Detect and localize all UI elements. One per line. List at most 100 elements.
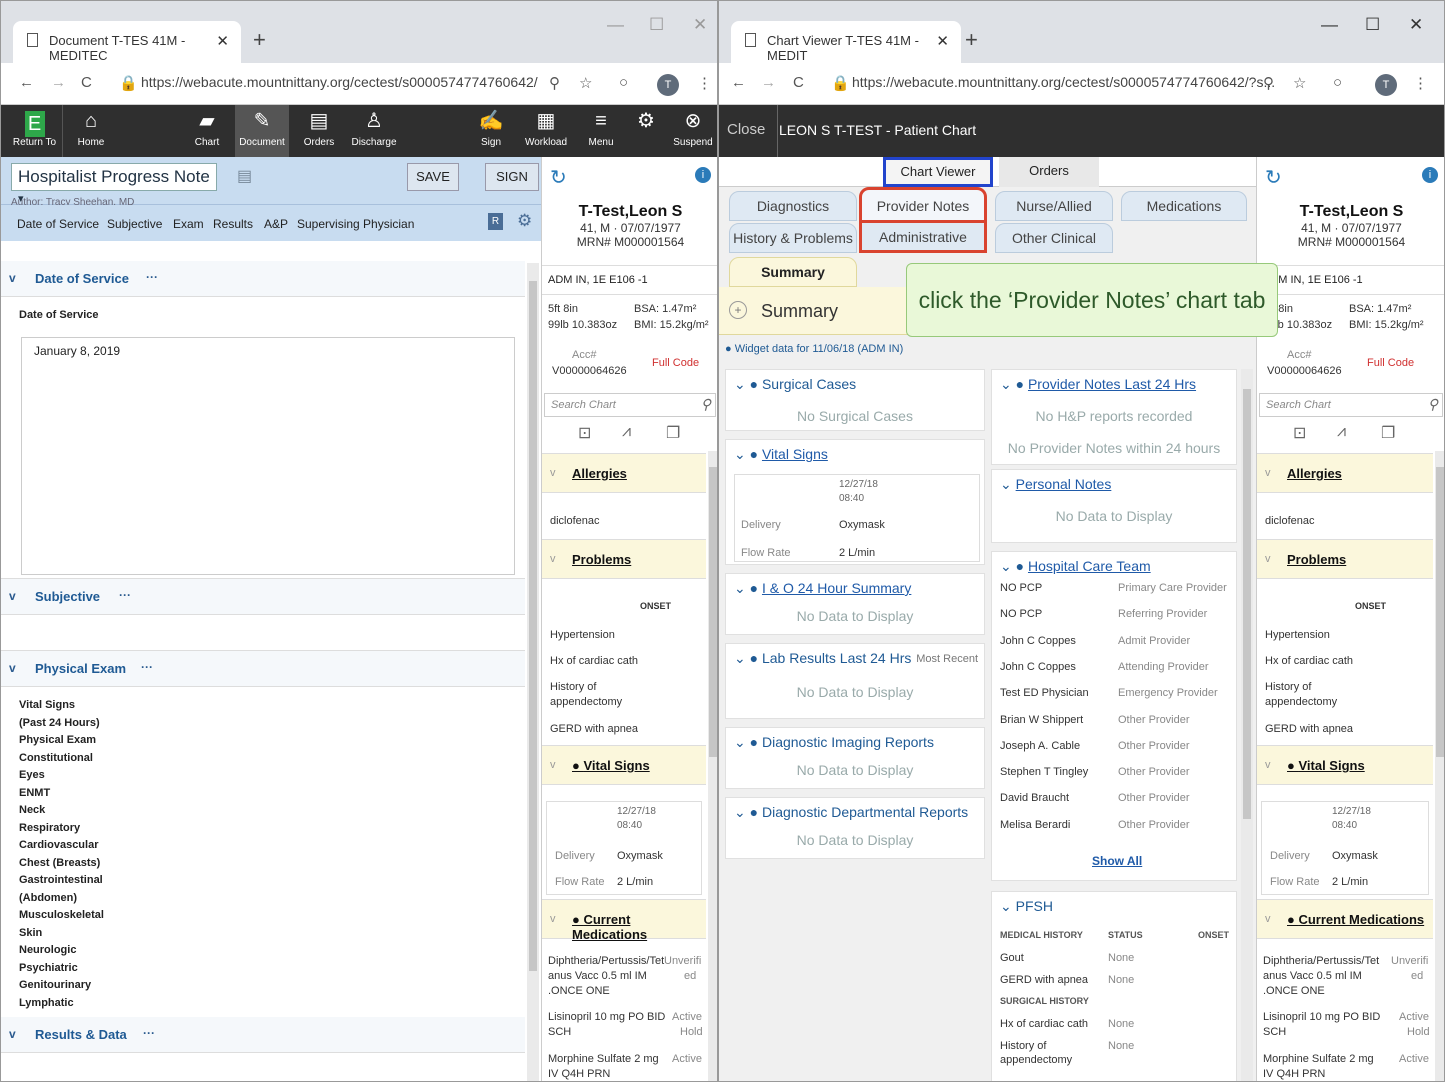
- forward-icon[interactable]: →: [51, 74, 66, 91]
- card-title[interactable]: ⌄ PFSH: [1000, 898, 1053, 915]
- tab-orders[interactable]: Orders: [999, 157, 1099, 187]
- show-all-link[interactable]: Show All: [1092, 854, 1142, 868]
- home-button[interactable]: ⌂ Home: [69, 105, 113, 157]
- save-button[interactable]: SAVE: [407, 163, 459, 191]
- maximize-icon[interactable]: ☐: [649, 15, 664, 35]
- card-title[interactable]: ⌄ ● Lab Results Last 24 Hrs: [734, 650, 911, 667]
- more-icon[interactable]: ···: [143, 1026, 155, 1040]
- tab-diagnostics[interactable]: Diagnostics: [729, 191, 857, 221]
- reload-icon[interactable]: C: [793, 74, 804, 91]
- chart-button[interactable]: ▰ Chart: [185, 105, 229, 157]
- star-icon[interactable]: ☆: [1293, 74, 1306, 92]
- nav-subjective[interactable]: Subjective: [107, 217, 162, 231]
- maximize-icon[interactable]: ☐: [1365, 15, 1380, 35]
- orders-button[interactable]: ▤ Orders: [297, 105, 341, 157]
- sidebar-scrollbar[interactable]: [1435, 451, 1444, 1081]
- graph-icon[interactable]: ⩘: [1337, 423, 1346, 441]
- plus-circle-icon[interactable]: +: [729, 301, 747, 319]
- document-copy-icon[interactable]: ❐: [666, 423, 680, 443]
- scroll-thumb[interactable]: [1436, 467, 1444, 757]
- vitals-header[interactable]: v ● Vital Signs: [1257, 745, 1433, 785]
- zoom-icon[interactable]: ⚲: [549, 74, 560, 92]
- close-window-icon[interactable]: ✕: [1409, 15, 1423, 35]
- upload-icon[interactable]: ⊡: [1293, 423, 1306, 443]
- section-physical-exam[interactable]: v Physical Exam ···: [1, 651, 525, 687]
- kebab-menu-icon[interactable]: ⋮: [697, 74, 712, 92]
- nav-exam[interactable]: Exam: [173, 217, 204, 231]
- document-button[interactable]: ✎ Document: [235, 105, 289, 157]
- card-title[interactable]: ⌄ ● Hospital Care Team: [1000, 558, 1151, 575]
- chart-scrollbar[interactable]: [1241, 369, 1253, 1081]
- search-icon[interactable]: ⚲: [701, 396, 711, 413]
- card-title[interactable]: ⌄ ● Vital Signs: [734, 446, 828, 463]
- card-title[interactable]: ⌄ ● Diagnostic Departmental Reports: [734, 804, 968, 821]
- new-tab-icon[interactable]: +: [965, 27, 978, 53]
- more-icon[interactable]: ···: [141, 660, 153, 674]
- card-title[interactable]: ⌄ ● Surgical Cases: [734, 376, 856, 393]
- profile-avatar[interactable]: T: [1375, 74, 1397, 96]
- tab-summary[interactable]: Summary: [729, 257, 857, 287]
- discharge-button[interactable]: ♙ Discharge: [349, 105, 399, 157]
- reload-icon[interactable]: C: [81, 74, 92, 91]
- section-subjective[interactable]: v Subjective ···: [1, 579, 525, 615]
- tab-history-problems[interactable]: History & Problems: [729, 223, 857, 253]
- sign-button[interactable]: ✍ Sign: [471, 105, 511, 157]
- refresh-icon[interactable]: ↻: [1265, 165, 1282, 190]
- nav-a-and-p[interactable]: A&P: [264, 217, 288, 231]
- problems-header[interactable]: v Problems: [542, 539, 706, 579]
- tab-medications[interactable]: Medications: [1121, 191, 1247, 221]
- sign-button[interactable]: SIGN: [485, 163, 539, 191]
- settings-gear-icon[interactable]: ⚙: [517, 211, 532, 231]
- nav-date-of-service[interactable]: Date of Service: [17, 217, 99, 231]
- allergies-header[interactable]: v Allergies: [542, 453, 706, 493]
- scroll-thumb[interactable]: [529, 281, 537, 971]
- browser-tab-document[interactable]: Document T-TES 41M - MEDITEC ✕: [13, 21, 241, 63]
- new-tab-icon[interactable]: +: [253, 27, 266, 53]
- scroll-thumb[interactable]: [709, 467, 717, 757]
- kebab-menu-icon[interactable]: ⋮: [1413, 74, 1428, 92]
- vitals-header[interactable]: v ● Vital Signs: [542, 745, 706, 785]
- tab-provider-notes[interactable]: Provider Notes: [859, 187, 987, 223]
- zoom-icon[interactable]: ⚲: [1263, 74, 1274, 92]
- extension-icon[interactable]: ○: [619, 74, 628, 91]
- allergies-header[interactable]: v Allergies: [1257, 453, 1433, 493]
- card-title[interactable]: ⌄ ● I & O 24 Hour Summary: [734, 580, 911, 597]
- url-field[interactable]: https://webacute.mountnittany.org/cectes…: [852, 74, 1275, 90]
- search-chart-input[interactable]: Search Chart ⚲: [544, 393, 716, 417]
- suspend-button[interactable]: ⊗ Suspend: [669, 105, 717, 157]
- section-results-data[interactable]: v Results & Data ···: [1, 1017, 525, 1053]
- url-field[interactable]: https://webacute.mountnittany.org/cectes…: [141, 74, 538, 90]
- close-window-icon[interactable]: ✕: [693, 15, 707, 35]
- card-title[interactable]: ⌄ Personal Notes: [1000, 476, 1111, 493]
- settings-button[interactable]: ⚙: [631, 105, 661, 157]
- problems-header[interactable]: v Problems: [1257, 539, 1433, 579]
- close-tab-icon[interactable]: ✕: [936, 32, 949, 50]
- document-copy-icon[interactable]: ❐: [1381, 423, 1395, 443]
- more-icon[interactable]: ···: [146, 270, 158, 284]
- provider-notes-link[interactable]: Provider Notes Last 24 Hrs: [1028, 376, 1196, 392]
- care-team-link[interactable]: Hospital Care Team: [1028, 558, 1151, 574]
- section-date-of-service[interactable]: v Date of Service ···: [1, 261, 525, 297]
- dos-textarea[interactable]: January 8, 2019: [21, 337, 515, 575]
- star-icon[interactable]: ☆: [579, 74, 592, 92]
- profile-avatar[interactable]: T: [657, 74, 679, 96]
- forward-icon[interactable]: →: [761, 74, 776, 91]
- tab-administrative[interactable]: Administrative: [859, 223, 987, 253]
- scroll-thumb[interactable]: [1243, 389, 1251, 819]
- card-title[interactable]: ⌄ ● Diagnostic Imaging Reports: [734, 734, 934, 751]
- note-list-icon[interactable]: ▤: [237, 166, 252, 186]
- close-tab-icon[interactable]: ✕: [216, 32, 229, 50]
- card-title[interactable]: ⌄ ● Provider Notes Last 24 Hrs: [1000, 376, 1196, 393]
- back-icon[interactable]: ←: [19, 74, 34, 91]
- refresh-icon[interactable]: ↻: [550, 165, 567, 190]
- tab-other-clinical[interactable]: Other Clinical: [995, 223, 1113, 253]
- medications-header[interactable]: v ● Current Medications: [542, 899, 706, 942]
- info-icon[interactable]: i: [1422, 167, 1438, 183]
- menu-button[interactable]: ≡ Menu: [581, 105, 621, 157]
- nav-supervising-physician[interactable]: Supervising Physician: [297, 217, 414, 231]
- info-icon[interactable]: i: [695, 167, 711, 183]
- vitals-link[interactable]: Vital Signs: [762, 446, 828, 462]
- io-link[interactable]: I & O 24 Hour Summary: [762, 580, 911, 596]
- return-to-button[interactable]: E Return To: [7, 105, 63, 157]
- minimize-icon[interactable]: —: [607, 15, 624, 35]
